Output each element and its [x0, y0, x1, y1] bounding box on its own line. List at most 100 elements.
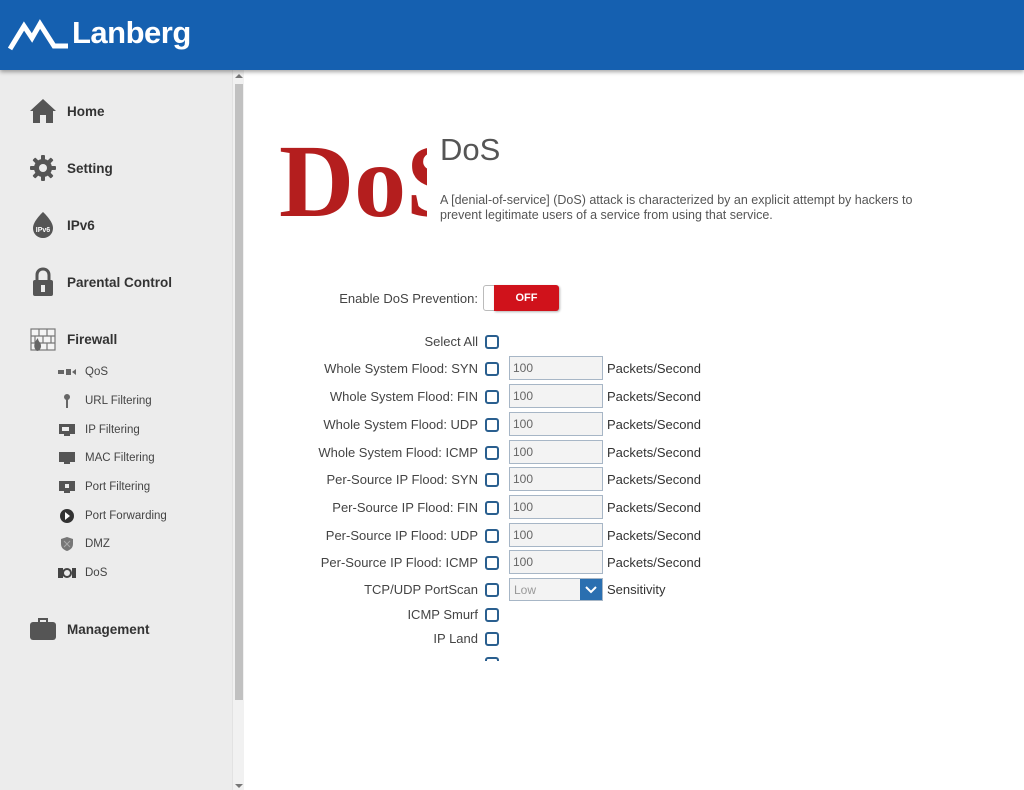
- mountain-logo-icon: [8, 19, 68, 51]
- ip-land-label: IP Land: [433, 631, 478, 646]
- sidebar-item-label: Home: [67, 103, 105, 119]
- sensitivity-select[interactable]: Low: [509, 578, 603, 601]
- sidebar-item-label: Management: [67, 621, 150, 637]
- unit-label: Packets/Second: [607, 445, 701, 460]
- flood-icmp-checkbox[interactable]: [485, 446, 499, 460]
- per-source-icmp-checkbox[interactable]: [485, 556, 499, 570]
- sidebar-item-ip-filtering[interactable]: IP Filtering: [58, 422, 140, 438]
- svg-text:DoS: DoS: [279, 128, 427, 224]
- brand-logo[interactable]: Lanberg: [8, 14, 191, 54]
- flood-row-label: Per-Source IP Flood: SYN: [326, 472, 479, 487]
- flood-row-label: Per-Source IP Flood: FIN: [332, 500, 478, 515]
- flood-row-label: Whole System Flood: ICMP: [318, 445, 478, 460]
- sidebar-item-dos[interactable]: DoS: [58, 565, 107, 581]
- page-description: A [denial-of-service] (DoS) attack is ch…: [440, 193, 913, 222]
- unit-label: Packets/Second: [607, 361, 701, 376]
- icmp-smurf-checkbox[interactable]: [485, 608, 499, 622]
- brand-name: Lanberg: [72, 15, 191, 50]
- per-source-icmp-input[interactable]: [509, 550, 603, 574]
- sidebar-item-url-filtering[interactable]: URL Filtering: [58, 393, 152, 409]
- flood-row-label: Whole System Flood: SYN: [324, 361, 478, 376]
- sidebar-item-port-filtering[interactable]: Port Filtering: [58, 479, 150, 495]
- per-source-fin-input[interactable]: [509, 495, 603, 519]
- sidebar: Home Setting IPv6 IPv6 Parental Control …: [0, 70, 232, 790]
- unit-label: Packets/Second: [607, 528, 701, 543]
- sidebar-item-label: Port Forwarding: [85, 510, 167, 522]
- sidebar-item-label: DoS: [85, 567, 108, 579]
- enable-dos-toggle[interactable]: OFF: [483, 285, 559, 311]
- mac-filter-icon: [58, 450, 76, 466]
- next-checkbox-partial[interactable]: [485, 657, 499, 661]
- per-source-syn-checkbox[interactable]: [485, 473, 499, 487]
- ip-filter-icon: [58, 422, 76, 438]
- sidebar-item-port-forwarding[interactable]: Port Forwarding: [58, 508, 167, 524]
- flood-syn-checkbox[interactable]: [485, 362, 499, 376]
- flood-icmp-input[interactable]: [509, 440, 603, 464]
- scroll-thumb[interactable]: [235, 84, 243, 700]
- port-forward-icon: [58, 508, 76, 524]
- per-source-udp-checkbox[interactable]: [485, 529, 499, 543]
- unit-label: Packets/Second: [607, 389, 701, 404]
- select-all-checkbox[interactable]: [485, 335, 499, 349]
- unit-label: Packets/Second: [607, 472, 701, 487]
- sidebar-item-qos[interactable]: QoS: [58, 364, 108, 380]
- sidebar-item-dmz[interactable]: DMZ: [58, 536, 110, 552]
- portscan-label: TCP/UDP PortScan: [364, 582, 478, 597]
- url-filter-icon: [58, 393, 76, 409]
- sidebar-item-label: MAC Filtering: [85, 452, 155, 464]
- sidebar-item-firewall[interactable]: Firewall: [28, 324, 117, 354]
- sidebar-item-label: Port Filtering: [85, 481, 151, 493]
- sidebar-item-setting[interactable]: Setting: [28, 153, 113, 183]
- scroll-down-icon[interactable]: [235, 784, 243, 788]
- sidebar-item-label: Setting: [67, 160, 113, 176]
- sidebar-item-ipv6[interactable]: IPv6 IPv6: [28, 210, 95, 240]
- flood-udp-input[interactable]: [509, 412, 603, 436]
- sidebar-item-management[interactable]: Management: [28, 614, 150, 644]
- page-title: DoS: [440, 132, 501, 167]
- icmp-smurf-label: ICMP Smurf: [407, 607, 478, 622]
- firewall-icon: [28, 324, 58, 354]
- ipv6-icon: IPv6: [28, 210, 58, 240]
- qos-icon: [58, 364, 76, 380]
- select-all-label: Select All: [424, 334, 478, 349]
- flood-udp-checkbox[interactable]: [485, 418, 499, 432]
- chevron-down-icon[interactable]: [580, 579, 602, 600]
- top-header: Lanberg: [0, 0, 1024, 70]
- flood-row-label: Per-Source IP Flood: UDP: [325, 528, 478, 543]
- svg-text:IPv6: IPv6: [36, 227, 51, 234]
- flood-fin-input[interactable]: [509, 384, 603, 408]
- per-source-fin-checkbox[interactable]: [485, 501, 499, 515]
- sidebar-item-label: Parental Control: [67, 274, 173, 290]
- scroll-up-icon[interactable]: [235, 74, 243, 78]
- sidebar-item-home[interactable]: Home: [28, 96, 105, 126]
- sidebar-item-label: IPv6: [67, 217, 95, 233]
- sidebar-item-label: URL Filtering: [85, 395, 152, 407]
- sidebar-item-parental-control[interactable]: Parental Control: [28, 267, 172, 297]
- flood-row-label: Whole System Flood: UDP: [323, 417, 478, 432]
- sensitivity-label: Sensitivity: [607, 582, 666, 597]
- portscan-checkbox[interactable]: [485, 583, 499, 597]
- ip-land-checkbox[interactable]: [485, 632, 499, 646]
- sidebar-item-label: Firewall: [67, 331, 118, 347]
- dos-icon: [58, 565, 76, 581]
- main-content: DoS DoS A [denial-of-service] (DoS) atta…: [245, 70, 1024, 790]
- sidebar-item-label: DMZ: [85, 538, 110, 550]
- dos-logo: DoS: [279, 128, 427, 224]
- sidebar-scrollbar[interactable]: [232, 70, 244, 790]
- unit-label: Packets/Second: [607, 555, 701, 570]
- per-source-syn-input[interactable]: [509, 467, 603, 491]
- flood-syn-input[interactable]: [509, 356, 603, 380]
- unit-label: Packets/Second: [607, 417, 701, 432]
- enable-dos-label: Enable DoS Prevention:: [339, 291, 478, 306]
- home-icon: [28, 96, 58, 126]
- flood-fin-checkbox[interactable]: [485, 390, 499, 404]
- gear-icon: [28, 153, 58, 183]
- toggle-state-text: OFF: [494, 285, 559, 311]
- unit-label: Packets/Second: [607, 500, 701, 515]
- per-source-udp-input[interactable]: [509, 523, 603, 547]
- flood-row-label: Per-Source IP Flood: ICMP: [320, 555, 478, 570]
- sidebar-item-label: QoS: [85, 366, 109, 378]
- sidebar-item-mac-filtering[interactable]: MAC Filtering: [58, 450, 155, 466]
- port-filter-icon: [58, 479, 76, 495]
- flood-row-label: Whole System Flood: FIN: [329, 389, 478, 404]
